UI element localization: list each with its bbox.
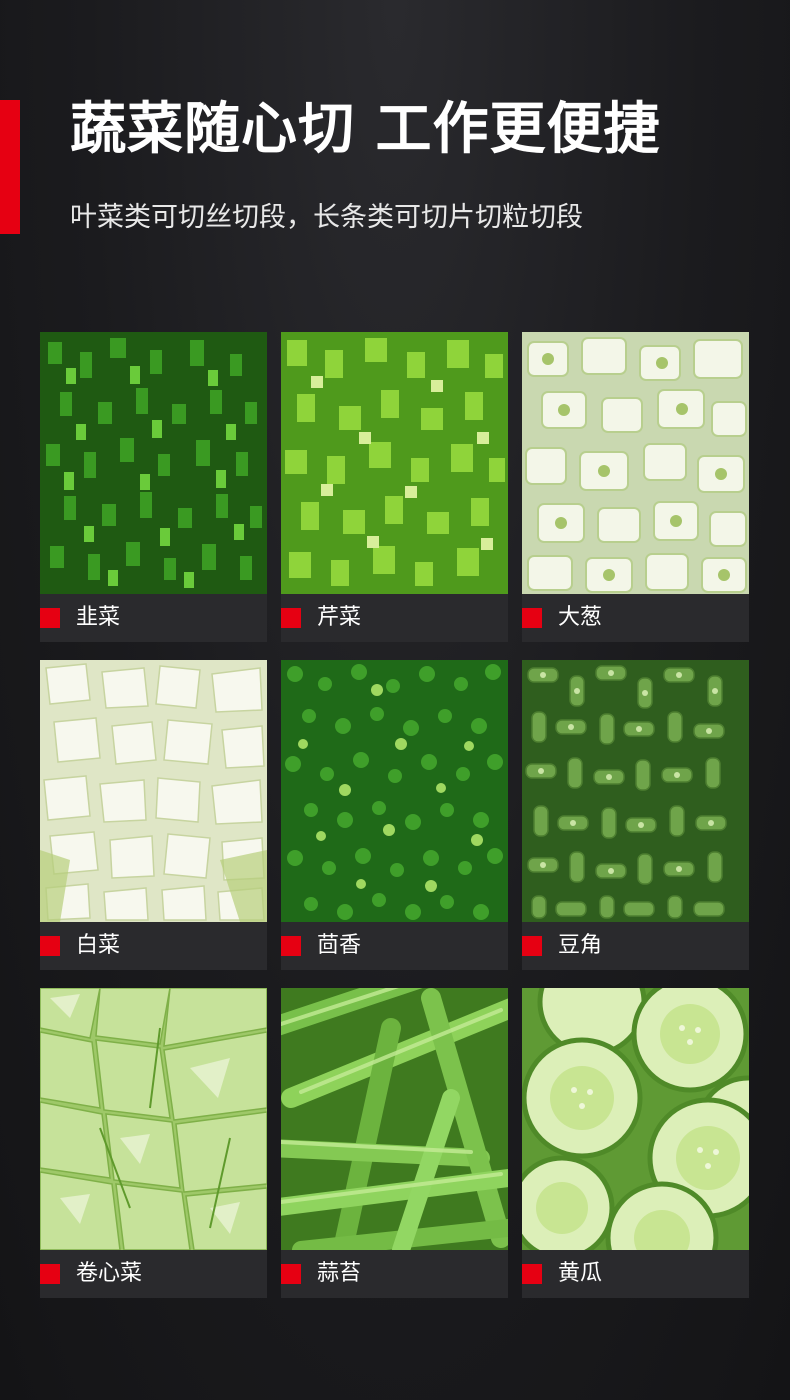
vegetable-card-green-beans: 豆角 — [522, 660, 749, 970]
vegetable-label-row: 芹菜 — [281, 594, 508, 642]
vegetable-card-fennel: 茴香 — [281, 660, 508, 970]
vegetable-label: 黄瓜 — [558, 1261, 603, 1286]
vegetable-label-row: 大葱 — [522, 594, 749, 642]
vegetable-label: 韭菜 — [76, 605, 121, 630]
page-subtitle: 叶菜类可切丝切段，长条类可切片切粒切段 — [70, 202, 583, 233]
vegetable-card-cabbage: 卷心菜 — [40, 988, 267, 1298]
vegetable-card-celery: 芹菜 — [281, 332, 508, 642]
vegetable-label-row: 白菜 — [40, 922, 267, 970]
accent-bar — [0, 100, 20, 234]
red-square-marker — [281, 608, 301, 628]
vegetable-label: 大葱 — [558, 605, 603, 630]
vegetable-label: 卷心菜 — [76, 1261, 143, 1286]
sliced-cucumber-photo — [522, 988, 749, 1250]
red-square-marker — [40, 936, 60, 956]
red-square-marker — [522, 1264, 542, 1284]
red-square-marker — [522, 608, 542, 628]
vegetable-card-cucumber: 黄瓜 — [522, 988, 749, 1298]
vegetable-label-row: 卷心菜 — [40, 1250, 267, 1298]
vegetable-label: 豆角 — [558, 933, 603, 958]
chopped-fennel-photo — [281, 660, 508, 922]
vegetable-grid: 韭菜 芹菜 大葱 白菜 茴香 豆角 卷心菜 蒜苔 黄瓜 — [40, 332, 750, 1298]
vegetable-label: 茴香 — [317, 933, 362, 958]
red-square-marker — [281, 1264, 301, 1284]
vegetable-label-row: 韭菜 — [40, 594, 267, 642]
cut-green-beans-photo — [522, 660, 749, 922]
vegetable-label: 白菜 — [76, 933, 121, 958]
vegetable-card-chinese-cabbage: 白菜 — [40, 660, 267, 970]
vegetable-label-row: 黄瓜 — [522, 1250, 749, 1298]
vegetable-card-leek: 大葱 — [522, 332, 749, 642]
chopped-celery-photo — [281, 332, 508, 594]
vegetable-label: 蒜苔 — [317, 1261, 362, 1286]
vegetable-label-row: 茴香 — [281, 922, 508, 970]
vegetable-label-row: 豆角 — [522, 922, 749, 970]
vegetable-card-chives: 韭菜 — [40, 332, 267, 642]
red-square-marker — [522, 936, 542, 956]
vegetable-card-garlic-scapes: 蒜苔 — [281, 988, 508, 1298]
sliced-leek-photo — [522, 332, 749, 594]
red-square-marker — [281, 936, 301, 956]
garlic-scapes-photo — [281, 988, 508, 1250]
sliced-cabbage-photo — [40, 988, 267, 1250]
vegetable-label: 芹菜 — [317, 605, 362, 630]
chopped-chives-photo — [40, 332, 267, 594]
red-square-marker — [40, 608, 60, 628]
red-square-marker — [40, 1264, 60, 1284]
diced-chinese-cabbage-photo — [40, 660, 267, 922]
page-title: 蔬菜随心切 工作更便捷 — [70, 97, 661, 162]
vegetable-label-row: 蒜苔 — [281, 1250, 508, 1298]
